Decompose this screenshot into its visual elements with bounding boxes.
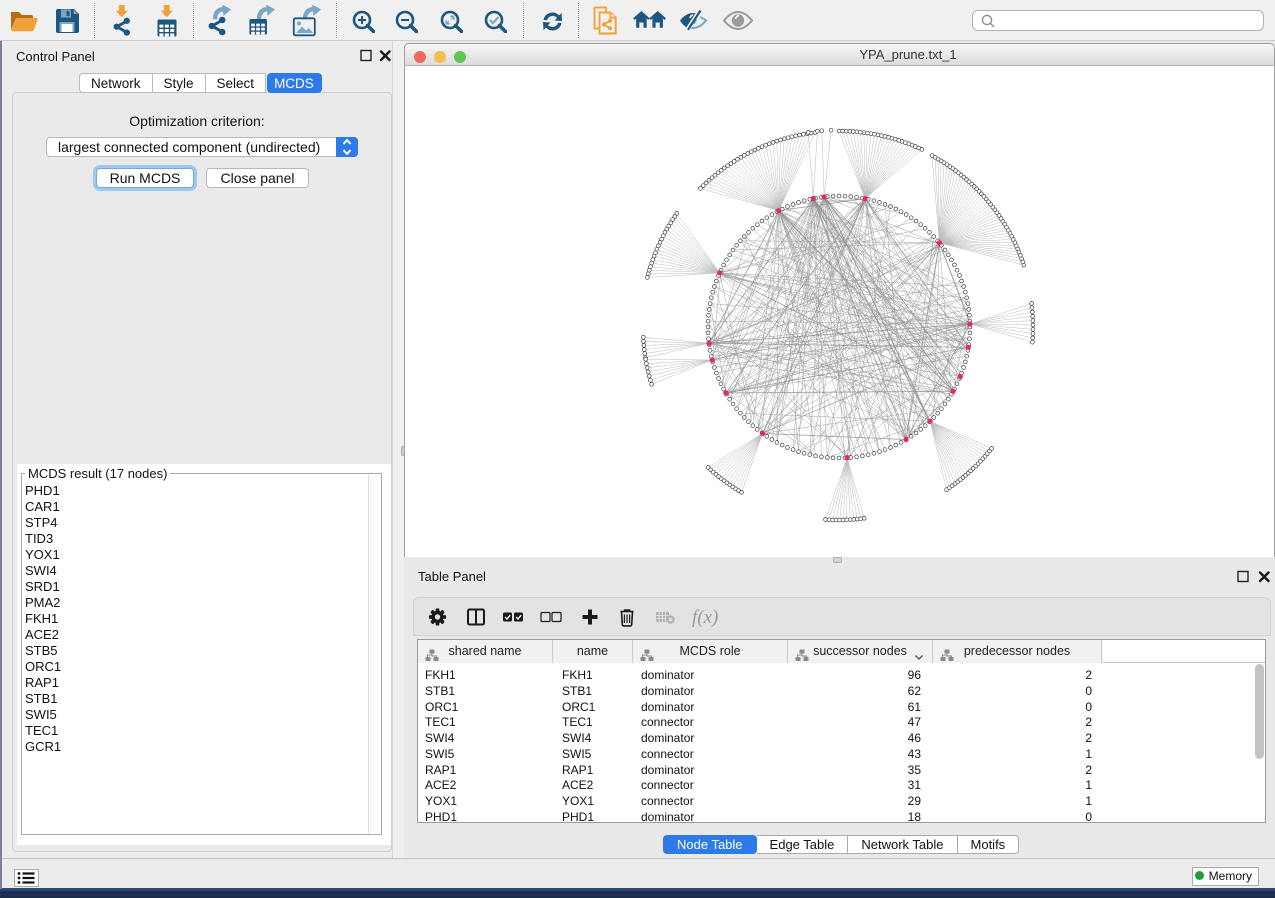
svg-text:f(x): f(x) <box>692 607 718 628</box>
